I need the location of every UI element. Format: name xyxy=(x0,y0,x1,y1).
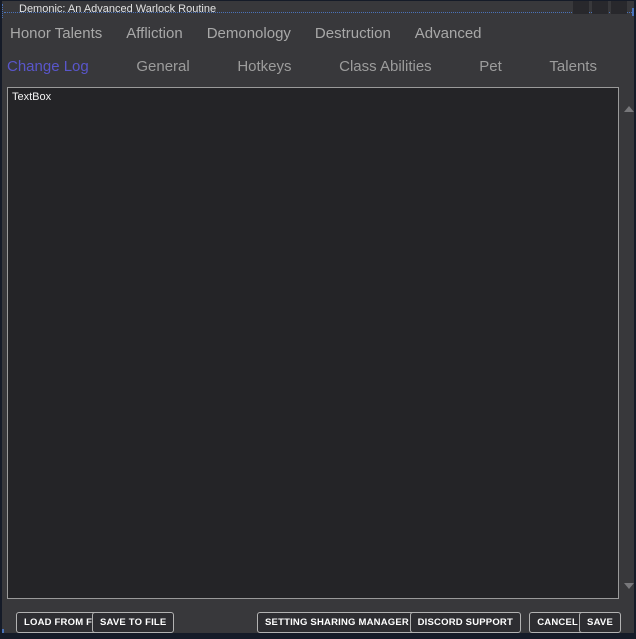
setting-sharing-manager-button[interactable]: SETTING SHARING MANAGER xyxy=(257,612,417,633)
window-controls xyxy=(573,1,627,14)
tab-affliction[interactable]: Affliction xyxy=(126,25,182,42)
demonic-settings-window: Demonic: An Advanced Warlock Routine Hon… xyxy=(0,0,636,639)
close-button[interactable] xyxy=(611,1,627,14)
tab-destruction[interactable]: Destruction xyxy=(315,25,391,42)
scroll-up-button[interactable] xyxy=(624,91,634,97)
scroll-down-button[interactable] xyxy=(624,589,634,595)
tab-talents[interactable]: Talents xyxy=(549,58,597,75)
focus-tick-bottom-left xyxy=(2,629,4,634)
focus-dotted-line-left xyxy=(2,4,3,18)
save-to-file-button[interactable]: SAVE TO FILE xyxy=(92,612,174,633)
tab-honor-talents[interactable]: Honor Talents xyxy=(10,25,102,42)
maximize-button[interactable] xyxy=(592,1,608,14)
tab-general[interactable]: General xyxy=(136,58,189,75)
focus-dotted-line-right xyxy=(632,8,634,16)
minimize-button[interactable] xyxy=(573,1,589,14)
window-title: Demonic: An Advanced Warlock Routine xyxy=(19,3,216,15)
tab-demonology[interactable]: Demonology xyxy=(207,25,291,42)
textbox-scrollbar[interactable] xyxy=(622,87,636,599)
tab-pet[interactable]: Pet xyxy=(479,58,502,75)
titlebar[interactable]: Demonic: An Advanced Warlock Routine xyxy=(2,1,634,18)
tab-advanced[interactable]: Advanced xyxy=(415,25,482,42)
tab-strip-row-1: Honor Talents Affliction Demonology Dest… xyxy=(2,18,634,48)
discord-support-button[interactable]: DISCORD SUPPORT xyxy=(410,612,521,633)
scroll-down-icon xyxy=(624,583,634,604)
tab-hotkeys[interactable]: Hotkeys xyxy=(237,58,291,75)
scroll-up-icon xyxy=(624,91,634,112)
cancel-button[interactable]: CANCEL xyxy=(529,612,586,633)
tab-class-abilities[interactable]: Class Abilities xyxy=(339,58,432,75)
tab-change-log[interactable]: Change Log xyxy=(7,58,89,75)
changelog-textbox[interactable]: TextBox xyxy=(7,87,619,599)
changelog-textbox-text: TextBox xyxy=(12,91,51,103)
save-button[interactable]: SAVE xyxy=(579,612,621,633)
tab-strip-row-2: Change Log General Hotkeys Class Abiliti… xyxy=(7,48,597,84)
